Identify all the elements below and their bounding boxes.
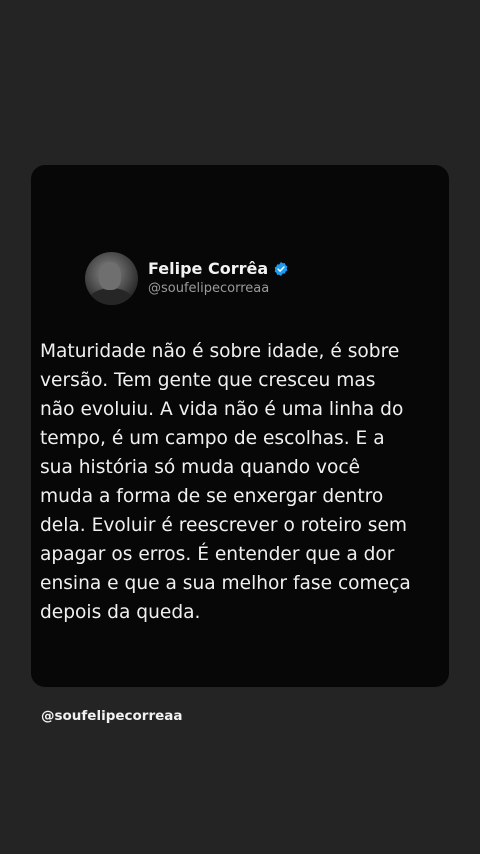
avatar-face xyxy=(99,262,121,290)
tweet-card: Felipe Corrêa @soufelipecorreaa Maturida… xyxy=(31,165,449,687)
tweet-text: Maturidade não é sobre idade, é sobre ve… xyxy=(40,341,411,623)
story-page: Felipe Corrêa @soufelipecorreaa Maturida… xyxy=(0,0,480,854)
footer-handle[interactable]: @soufelipecorreaa xyxy=(41,706,183,726)
name-row: Felipe Corrêa xyxy=(148,259,289,279)
avatar-shoulders xyxy=(88,288,134,305)
tweet-header: Felipe Corrêa @soufelipecorreaa xyxy=(85,252,289,305)
author-handle[interactable]: @soufelipecorreaa xyxy=(148,280,289,298)
avatar[interactable] xyxy=(85,252,138,305)
verified-badge-icon xyxy=(273,261,289,277)
author-info: Felipe Corrêa @soufelipecorreaa xyxy=(148,259,289,298)
display-name[interactable]: Felipe Corrêa xyxy=(148,259,268,279)
